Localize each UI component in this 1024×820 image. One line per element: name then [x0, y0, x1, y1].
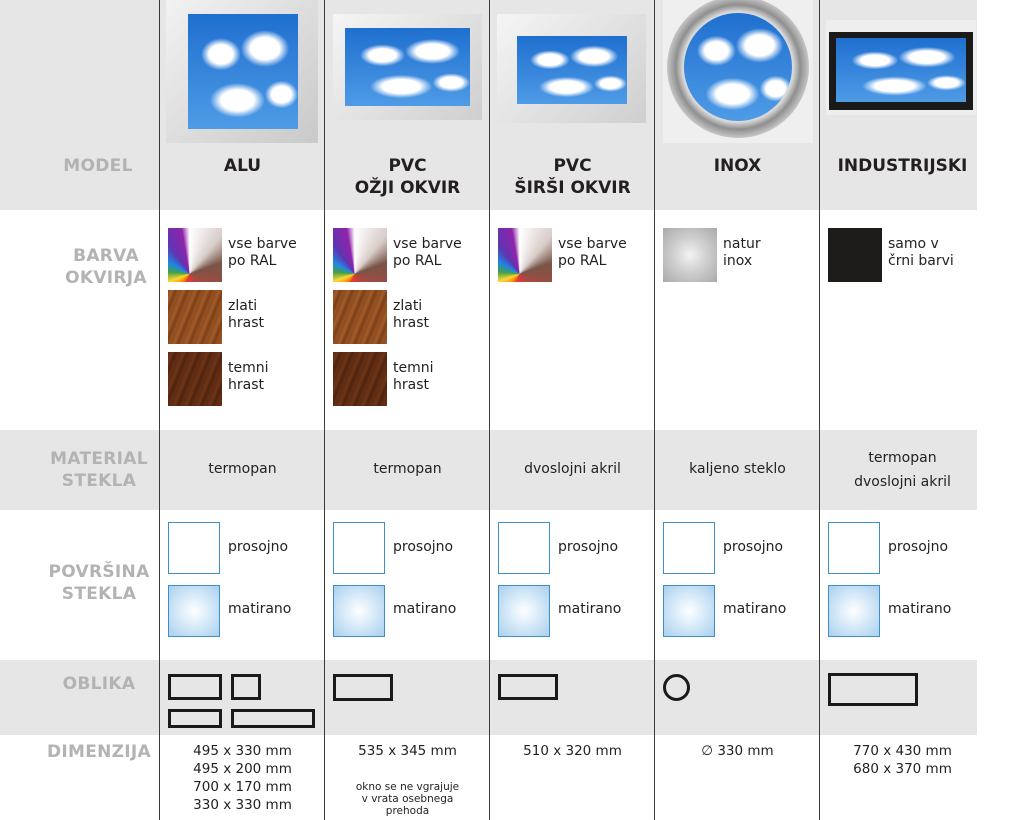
product-photo-inox — [663, 0, 813, 143]
clear-glass-swatch — [663, 522, 715, 574]
brushed-inox-swatch — [663, 228, 717, 282]
narrow-rectangle-shape-icon — [168, 709, 222, 728]
product-photo-alu — [166, 0, 318, 143]
column-divider — [654, 0, 655, 820]
clear-glass-swatch — [498, 522, 550, 574]
frosted-glass-swatch — [828, 585, 880, 637]
golden-oak-swatch — [333, 290, 387, 344]
dimension-list: 770 x 430 mm 680 x 370 mm — [853, 743, 952, 777]
color-label: vse barve po RAL — [558, 236, 627, 269]
dimension-note: okno se ne vgrajuje v vrata osebnega pre… — [355, 781, 460, 817]
glass-material: termopan — [208, 461, 277, 477]
surface-label: prosojno — [228, 539, 289, 555]
surface-label: prosojno — [393, 539, 454, 555]
model-name-pvc-narrow: PVC OŽJI OKVIR — [354, 156, 461, 198]
surface-label: matirano — [888, 601, 952, 617]
color-label: zlati hrast — [228, 298, 264, 331]
column-divider — [324, 0, 325, 820]
clear-glass-swatch — [828, 522, 880, 574]
rectangle-shape-icon — [168, 674, 222, 700]
dimension-list: 495 x 330 mm 495 x 200 mm 700 x 170 mm 3… — [193, 743, 292, 813]
dimension-list: ∅ 330 mm — [701, 743, 774, 759]
color-label: samo v črni barvi — [888, 236, 954, 269]
frosted-glass-swatch — [168, 585, 220, 637]
black-swatch — [828, 228, 882, 282]
column-divider — [159, 0, 160, 820]
color-label: natur inox — [723, 236, 761, 269]
dark-oak-swatch — [333, 352, 387, 406]
color-label: temni hrast — [228, 360, 269, 393]
clear-glass-swatch — [168, 522, 220, 574]
golden-oak-swatch — [168, 290, 222, 344]
model-name-inox: INOX — [713, 156, 762, 176]
surface-label: matirano — [723, 601, 787, 617]
circle-shape-icon — [663, 674, 690, 701]
frosted-glass-swatch — [663, 585, 715, 637]
ral-color-fan-swatch — [498, 228, 552, 282]
rectangle-shape-icon — [498, 674, 558, 700]
glass-material: termopan dvoslojni akril — [854, 450, 951, 490]
model-name-pvc-wide: PVC ŠIRŠI OKVIR — [514, 156, 631, 198]
color-label: vse barve po RAL — [228, 236, 297, 269]
frosted-glass-swatch — [333, 585, 385, 637]
rectangle-shape-icon — [333, 674, 393, 701]
square-shape-icon — [231, 674, 261, 700]
rectangle-shape-icon — [828, 673, 918, 706]
product-photo-industrijski — [826, 20, 976, 115]
product-photo-pvc-narrow — [333, 14, 482, 120]
surface-label: prosojno — [558, 539, 619, 555]
product-photo-pvc-wide — [497, 14, 646, 123]
color-label: zlati hrast — [393, 298, 429, 331]
glass-material: termopan — [373, 461, 442, 477]
glass-material: kaljeno steklo — [689, 461, 786, 477]
column-divider — [489, 0, 490, 820]
surface-label: matirano — [228, 601, 292, 617]
surface-label: prosojno — [888, 539, 949, 555]
dimension-list: 510 x 320 mm — [523, 743, 622, 759]
surface-label: matirano — [558, 601, 622, 617]
dimension-list: 535 x 345 mm — [358, 743, 457, 759]
wide-rectangle-shape-icon — [231, 709, 315, 728]
surface-label: prosojno — [723, 539, 784, 555]
color-label: vse barve po RAL — [393, 236, 462, 269]
clear-glass-swatch — [333, 522, 385, 574]
column-divider — [819, 0, 820, 820]
glass-material: dvoslojni akril — [524, 461, 621, 477]
model-name-alu: ALU — [223, 156, 262, 176]
dark-oak-swatch — [168, 352, 222, 406]
color-label: temni hrast — [393, 360, 434, 393]
ral-color-fan-swatch — [168, 228, 222, 282]
ral-color-fan-swatch — [333, 228, 387, 282]
surface-label: matirano — [393, 601, 457, 617]
frosted-glass-swatch — [498, 585, 550, 637]
model-name-industrijski: INDUSTRIJSKI — [837, 156, 968, 176]
